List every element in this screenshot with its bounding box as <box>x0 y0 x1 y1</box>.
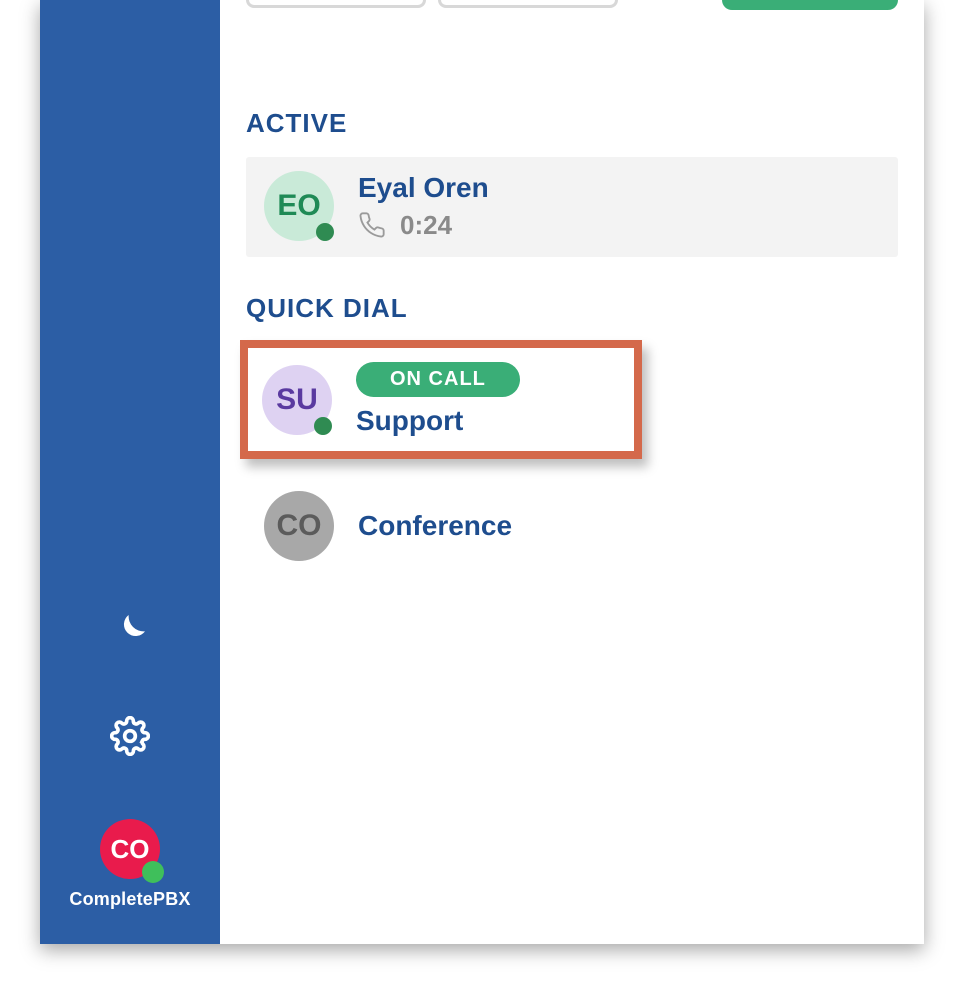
top-field-stub <box>246 0 426 8</box>
app-window: CO CompletePBX ACTIVE EO Eyal Oren <box>40 0 924 944</box>
quickdial-item-info: Conference <box>358 510 512 542</box>
top-controls-stub <box>246 0 898 18</box>
sidebar: CO CompletePBX <box>40 0 220 944</box>
contact-avatar: CO <box>264 491 334 561</box>
quickdial-item-info: ON CALL Support <box>356 362 520 437</box>
active-call-card[interactable]: EO Eyal Oren 0:24 <box>246 157 898 257</box>
quickdial-item-name: Support <box>356 405 463 437</box>
current-user-badge[interactable]: CO CompletePBX <box>69 819 190 910</box>
moon-icon[interactable] <box>107 607 153 653</box>
active-call-status: 0:24 <box>358 210 489 241</box>
current-user-initials: CO <box>110 834 149 865</box>
gear-icon[interactable] <box>107 713 153 759</box>
contact-avatar-initials: SU <box>276 383 318 417</box>
main-panel: ACTIVE EO Eyal Oren 0:24 QUICK DIAL SU <box>220 0 924 944</box>
presence-dot-icon <box>314 417 332 435</box>
active-call-info: Eyal Oren 0:24 <box>358 172 489 241</box>
active-section-label: ACTIVE <box>246 108 898 139</box>
phone-icon <box>358 211 386 239</box>
presence-dot-icon <box>316 223 334 241</box>
contact-avatar: SU <box>262 365 332 435</box>
presence-dot-icon <box>142 861 164 883</box>
contact-avatar: EO <box>264 171 334 241</box>
status-badge: ON CALL <box>356 362 520 397</box>
current-user-label: CompletePBX <box>69 889 190 910</box>
quickdial-item-conference[interactable]: CO Conference <box>246 475 898 577</box>
call-timer: 0:24 <box>400 210 452 241</box>
contact-avatar-initials: EO <box>277 189 320 223</box>
current-user-avatar: CO <box>100 819 160 879</box>
quickdial-section-label: QUICK DIAL <box>246 293 898 324</box>
contact-avatar-initials: CO <box>277 509 322 543</box>
quickdial-item-name: Conference <box>358 510 512 542</box>
top-field-stub <box>438 0 618 8</box>
top-primary-button-stub[interactable] <box>722 0 898 10</box>
quickdial-item-support[interactable]: SU ON CALL Support <box>240 340 642 459</box>
active-call-name: Eyal Oren <box>358 172 489 204</box>
